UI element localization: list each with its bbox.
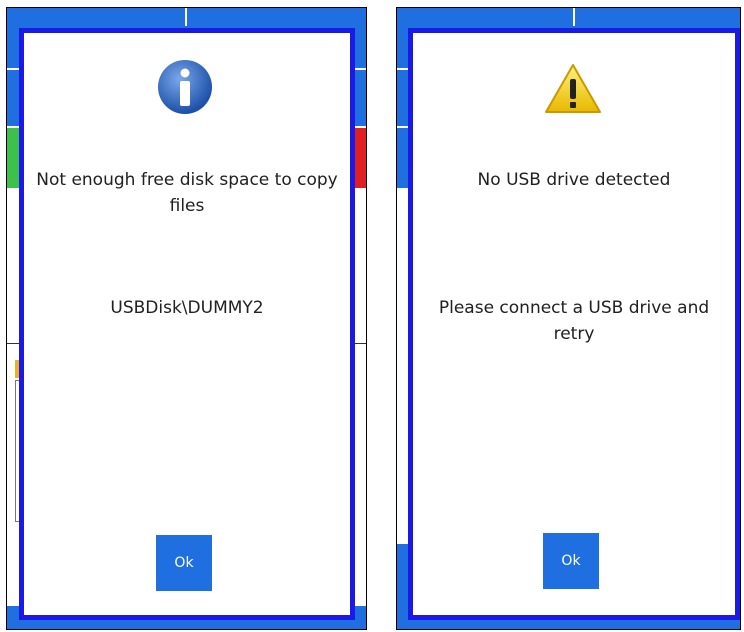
dialog-disk-space: Not enough free disk space to copy files… <box>19 28 355 620</box>
background-top-bar <box>397 8 740 26</box>
screenshot-left: Not enough free disk space to copy files… <box>6 7 367 630</box>
dialog-message: Not enough free disk space to copy files <box>36 170 338 216</box>
dialog-no-usb: No USB drive detected Please connect a U… <box>408 28 740 620</box>
warning-icon <box>545 64 601 113</box>
dialog-message: No USB drive detected <box>477 170 671 190</box>
info-icon <box>158 60 212 114</box>
ok-button[interactable]: Ok <box>543 533 599 589</box>
dialog-detail: Please connect a USB drive and retry <box>438 298 710 344</box>
dialog-detail: USBDisk\DUMMY2 <box>110 298 264 318</box>
ok-button[interactable]: Ok <box>156 535 212 591</box>
screenshot-right: No USB drive detected Please connect a U… <box>396 7 741 630</box>
